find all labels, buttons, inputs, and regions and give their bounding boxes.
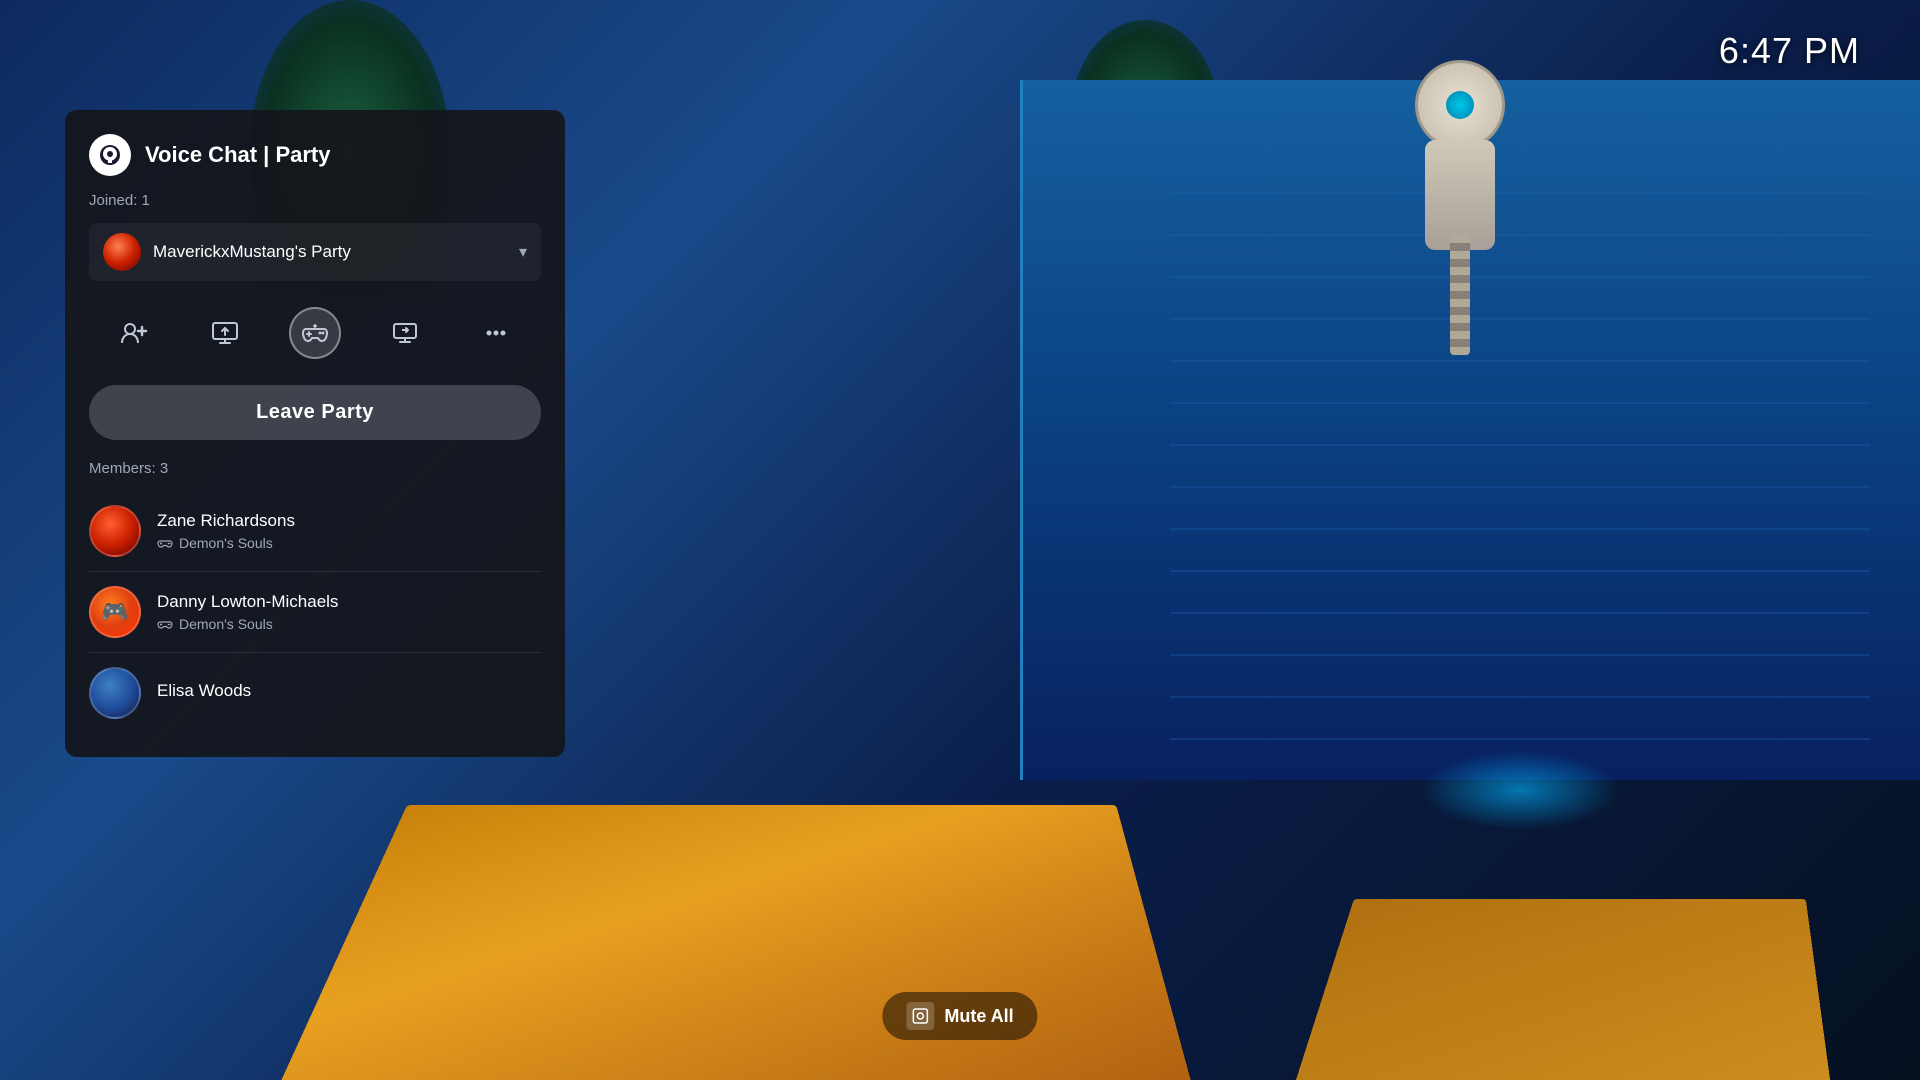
member-list: Zane Richardsons Demon's Souls (89, 491, 541, 733)
party-selector-left: MaverickxMustang's Party (103, 233, 351, 271)
game-controller-icon (157, 535, 173, 551)
party-selector[interactable]: MaverickxMustang's Party ▾ (89, 223, 541, 281)
member-info: Elisa Woods (157, 681, 541, 705)
robot-head (1415, 60, 1505, 150)
avatar: 🎮 (89, 586, 141, 638)
icon-toolbar (89, 299, 541, 367)
robot-eye (1446, 91, 1474, 119)
game-name: Demon's Souls (179, 616, 273, 632)
member-item: Zane Richardsons Demon's Souls (89, 491, 541, 572)
mute-controller-icon (906, 1002, 934, 1030)
bg-floor-right (1278, 899, 1838, 1080)
member-name: Elisa Woods (157, 681, 541, 701)
panel-header: Voice Chat | Party (89, 134, 541, 176)
gamepad-button[interactable] (289, 307, 341, 359)
party-panel: Voice Chat | Party Joined: 1 MaverickxMu… (65, 110, 565, 757)
member-item: Elisa Woods (89, 653, 541, 733)
add-friend-button[interactable] (108, 307, 160, 359)
avatar (89, 505, 141, 557)
game-controller-icon (157, 616, 173, 632)
party-name: MaverickxMustang's Party (153, 242, 351, 262)
chevron-down-icon: ▾ (519, 242, 527, 262)
party-host-avatar (103, 233, 141, 271)
more-options-button[interactable] (470, 307, 522, 359)
leave-party-button[interactable]: Leave Party (89, 385, 541, 440)
voice-chat-icon (89, 134, 131, 176)
members-count: Members: 3 (89, 460, 541, 477)
member-item: 🎮 Danny Lowton-Michaels Demon's Souls (89, 572, 541, 653)
member-info: Danny Lowton-Michaels Demon's Souls (157, 592, 541, 632)
robot-body (1425, 140, 1495, 250)
member-info: Zane Richardsons Demon's Souls (157, 511, 541, 551)
robot-spring (1450, 235, 1470, 355)
avatar (89, 667, 141, 719)
bg-water-splash (1420, 750, 1620, 830)
time-display: 6:47 PM (1719, 30, 1860, 72)
member-game: Demon's Souls (157, 535, 541, 551)
member-game: Demon's Souls (157, 616, 541, 632)
mute-all-label: Mute All (944, 1006, 1013, 1027)
bg-floor-main (276, 805, 1194, 1080)
game-share-button[interactable] (379, 307, 431, 359)
member-name: Danny Lowton-Michaels (157, 592, 541, 612)
robot-character (1350, 60, 1570, 440)
screen-share-button[interactable] (199, 307, 251, 359)
joined-count: Joined: 1 (89, 192, 541, 209)
mute-all-bar[interactable]: Mute All (882, 992, 1037, 1040)
panel-title: Voice Chat | Party (145, 142, 330, 168)
member-name: Zane Richardsons (157, 511, 541, 531)
game-name: Demon's Souls (179, 535, 273, 551)
